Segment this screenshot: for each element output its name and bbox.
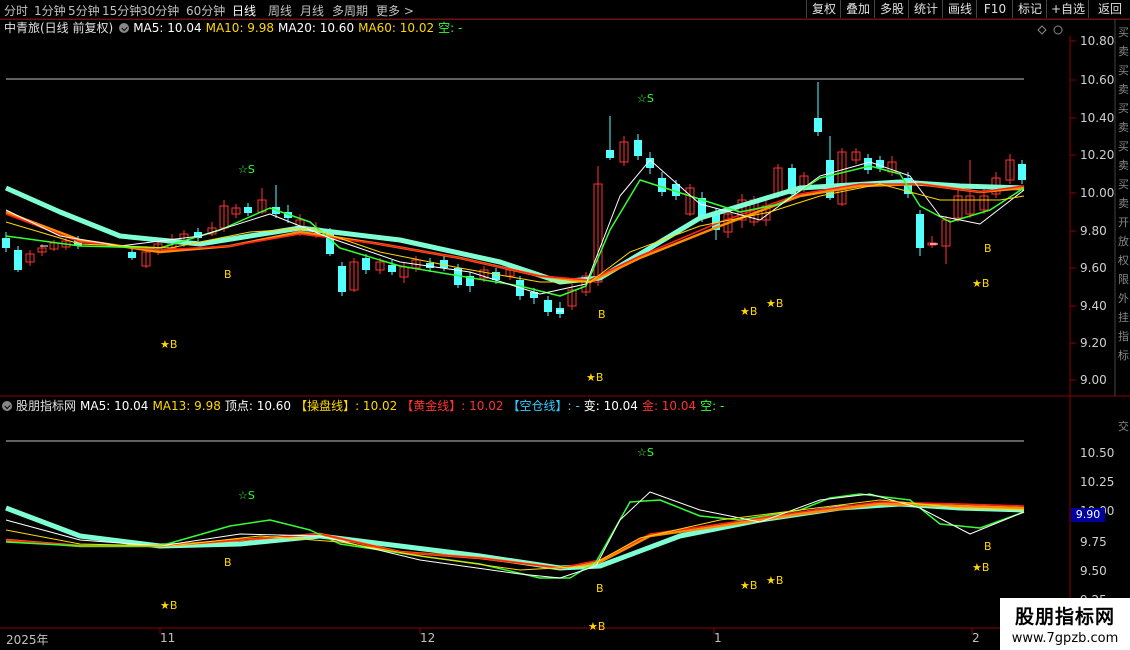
candle-body	[658, 178, 666, 192]
sub-gold-line	[5, 501, 1025, 569]
side-text-char: 买	[1118, 102, 1129, 115]
star-buy-signal: ★B	[972, 277, 989, 290]
star-buy-signal: ★B	[160, 599, 177, 612]
kline-chart[interactable]: 买卖买卖买卖买卖买卖开放权限外挂指标交☆S☆S☆S☆SBBBBBB★B★B★B★…	[0, 0, 1130, 650]
current-value-badge: 9.90	[1071, 508, 1105, 522]
sell-signal: ☆S	[238, 163, 255, 176]
x-axis-label: 1	[714, 631, 722, 645]
candle-body	[814, 118, 822, 132]
side-text-char: 买	[1118, 178, 1129, 191]
candle-body	[362, 258, 370, 270]
candle-body	[1018, 164, 1026, 180]
side-text-char: 卖	[1118, 159, 1129, 172]
side-text-char: 交	[1118, 419, 1129, 433]
star-buy-signal: ★B	[972, 561, 989, 574]
side-text-char: 外	[1118, 292, 1129, 305]
side-text-char: 标	[1118, 348, 1129, 362]
buy-signal: B	[598, 308, 606, 321]
candle-body	[14, 250, 22, 270]
candle-body	[916, 214, 924, 248]
candle-body	[2, 238, 10, 248]
star-buy-signal: ★B	[766, 297, 783, 310]
side-text-char: 买	[1118, 64, 1129, 77]
x-axis-label: 12	[420, 631, 436, 645]
side-text-char: 买	[1118, 140, 1129, 153]
site-watermark: 股朋指标网 www.7gpzb.com	[1000, 598, 1130, 650]
ma60-thick-line	[4, 179, 1025, 285]
side-text-char: 限	[1118, 273, 1129, 286]
sell-signal: ☆S	[637, 446, 654, 459]
side-text-char: 卖	[1118, 197, 1129, 210]
side-text-char: 买	[1118, 26, 1129, 39]
star-buy-signal: ★B	[586, 371, 603, 384]
candle-body	[388, 265, 396, 272]
candle-body	[606, 150, 614, 158]
x-axis-label: 2025年	[6, 633, 49, 647]
side-text-char: 放	[1118, 234, 1129, 248]
circle-icon	[1053, 25, 1063, 35]
side-text-char: 卖	[1118, 83, 1129, 96]
star-buy-signal: ★B	[740, 579, 757, 592]
diamond-icon	[1037, 25, 1047, 35]
side-text-char: 开	[1118, 216, 1129, 229]
buy-signal: B	[984, 540, 992, 553]
star-buy-signal: ★B	[588, 620, 605, 633]
sub-operate-line	[5, 502, 1025, 570]
watermark-title: 股朋指标网	[1014, 606, 1115, 628]
candle-body	[634, 140, 642, 156]
side-text-char: 卖	[1118, 45, 1129, 58]
watermark-url: www.7gpzb.com	[1011, 631, 1119, 646]
sell-signal: ☆S	[637, 92, 654, 105]
side-text-char: 指	[1118, 329, 1129, 343]
candle-body	[128, 252, 136, 258]
buy-signal: B	[224, 268, 232, 281]
buy-signal: B	[596, 582, 604, 595]
candle-body	[244, 207, 252, 213]
sell-signal: ☆S	[238, 489, 255, 502]
star-buy-signal: ★B	[160, 338, 177, 351]
candle-body	[338, 266, 346, 292]
side-text-char: 卖	[1118, 121, 1129, 134]
x-axis-label: 11	[160, 631, 176, 645]
side-text-char: 权	[1118, 254, 1129, 267]
candle-body	[864, 158, 872, 170]
buy-signal: B	[224, 556, 232, 569]
side-text-char: 挂	[1118, 310, 1129, 324]
ma-white-line	[5, 159, 1025, 295]
candle-body	[544, 300, 552, 312]
buy-signal: B	[984, 242, 992, 255]
star-buy-signal: ★B	[740, 305, 757, 318]
x-axis-label: 2	[972, 631, 980, 645]
sub-thick-line	[5, 501, 1025, 571]
star-buy-signal: ★B	[766, 574, 783, 587]
